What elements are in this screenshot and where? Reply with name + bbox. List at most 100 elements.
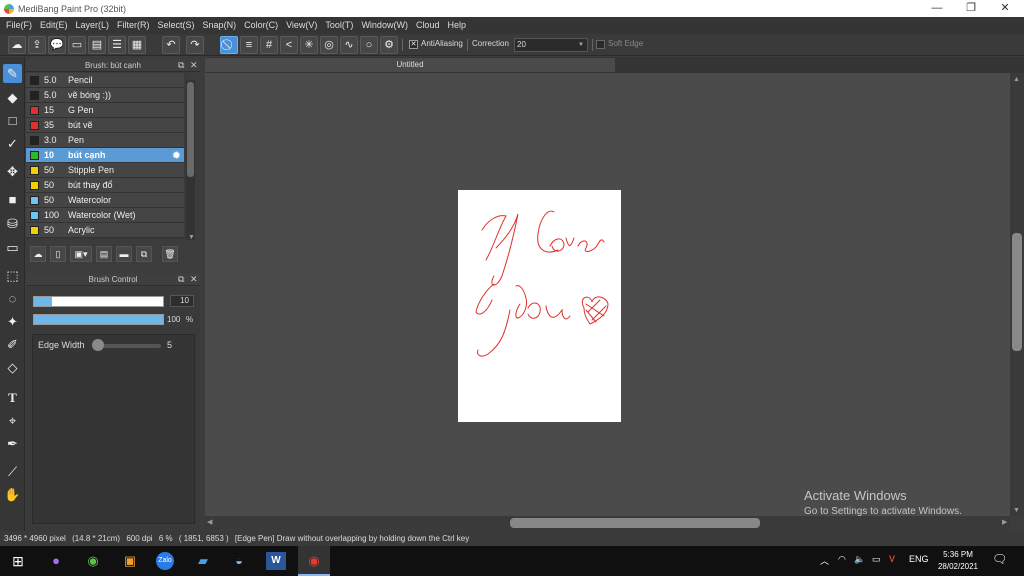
eraser-tool-icon[interactable]: ◆	[3, 88, 22, 107]
menu-select[interactable]: Select(S)	[154, 17, 199, 34]
tray-expand-icon[interactable]: ︿	[820, 554, 829, 567]
cloud-icon[interactable]: ☁	[8, 36, 26, 54]
menu-cloud[interactable]: Cloud	[412, 17, 444, 34]
upload-icon[interactable]: ⇪	[28, 36, 46, 54]
brush-row[interactable]: 35 bút vẽ	[26, 118, 184, 133]
comment-icon[interactable]: 💬	[48, 36, 66, 54]
popout-icon[interactable]: ⧉	[178, 273, 184, 286]
magic-wand-icon[interactable]: ✦	[3, 312, 22, 331]
brush-settings-gear-icon[interactable]: ✹	[172, 149, 181, 162]
cloud-brush-icon[interactable]: ☁	[30, 246, 46, 262]
delete-icon[interactable]: 🗑	[162, 246, 178, 262]
menu-tool[interactable]: Tool(T)	[321, 17, 357, 34]
brush-settings-icon[interactable]: ▤	[96, 246, 112, 262]
scroll-thumb[interactable]	[187, 82, 194, 177]
maximize-button[interactable]: ❐	[954, 0, 988, 17]
divide-tool-icon[interactable]: ✒	[3, 434, 22, 453]
soft-edge-checkbox[interactable]	[596, 40, 605, 49]
brush-row[interactable]: 100 Watercolor (Wet)	[26, 208, 184, 223]
curve-snap-icon[interactable]: ∿	[340, 36, 358, 54]
edge-width-knob[interactable]	[92, 339, 104, 351]
menu-help[interactable]: Help	[443, 17, 470, 34]
snap-settings-icon[interactable]: ⚙	[380, 36, 398, 54]
brush-row[interactable]: 50 bút thay đổ	[26, 178, 184, 193]
canvas-paper[interactable]	[458, 190, 621, 422]
minimize-button[interactable]: —	[920, 0, 954, 17]
system-clock[interactable]: 5:36 PM 28/02/2021	[934, 549, 982, 573]
notification-icon[interactable]: 🗨	[992, 552, 1007, 566]
gradient-tool-icon[interactable]: ▭	[3, 238, 22, 257]
wifi-icon[interactable]: ◠	[838, 554, 846, 565]
new-brush-icon[interactable]: ▯	[50, 246, 66, 262]
canvas-vertical-scrollbar[interactable]	[1010, 73, 1024, 516]
brush-row[interactable]: 15 G Pen	[26, 103, 184, 118]
concentric-snap-icon[interactable]: ◎	[320, 36, 338, 54]
undo-icon[interactable]: ↶	[162, 36, 180, 54]
correction-select[interactable]: 20 ▼	[514, 38, 588, 52]
brush-list-scrollbar[interactable]	[186, 80, 195, 240]
windows-start-icon[interactable]: ⊞	[8, 552, 28, 570]
menu-edit[interactable]: Edit(E)	[36, 17, 72, 34]
cross-snap-icon[interactable]: #	[260, 36, 278, 54]
brush-row[interactable]: 3.0 Pen	[26, 133, 184, 148]
chrome-app-icon[interactable]: ◉	[83, 552, 103, 570]
antialiasing-checkbox[interactable]: ✕	[409, 40, 418, 49]
lasso-tool-icon[interactable]: ◌	[3, 289, 22, 308]
canvas-horizontal-scrollbar[interactable]	[205, 516, 1010, 530]
zalo-app-icon[interactable]: Zalo	[156, 552, 174, 570]
language-indicator[interactable]: ENG	[909, 554, 929, 564]
utility-app-icon[interactable]: ◒	[229, 552, 249, 570]
close-button[interactable]: ✕	[988, 0, 1022, 17]
vanishing-point-icon[interactable]: <	[280, 36, 298, 54]
fill-rect-tool-icon[interactable]: ■	[3, 190, 22, 209]
brush-row[interactable]: 50 Acrylic	[26, 223, 184, 238]
parallel-snap-icon[interactable]: ≡	[240, 36, 258, 54]
select-tool-icon[interactable]: ⬚	[3, 266, 22, 285]
menu-view[interactable]: View(V)	[282, 17, 321, 34]
document-icon[interactable]: ▤	[88, 36, 106, 54]
menu-snap[interactable]: Snap(N)	[199, 17, 241, 34]
scroll-down-icon[interactable]: ▼	[1013, 507, 1020, 514]
redo-icon[interactable]: ↷	[186, 36, 204, 54]
scroll-thumb[interactable]	[1012, 233, 1022, 351]
scroll-left-icon[interactable]: ◀	[207, 518, 212, 526]
explorer-app-icon[interactable]: ▰	[193, 552, 213, 570]
brush-row[interactable]: 50 Stipple Pen	[26, 163, 184, 178]
duplicate-icon[interactable]: ⧉	[136, 246, 152, 262]
document-tab[interactable]: Untitled	[205, 58, 615, 72]
select-eraser-icon[interactable]: ◇	[3, 358, 22, 377]
brush-tool-icon[interactable]: ✎	[3, 64, 22, 83]
scroll-up-icon[interactable]: ▲	[1013, 76, 1020, 83]
message-icon[interactable]: ▭	[68, 36, 86, 54]
brush-size-slider[interactable]	[33, 296, 164, 307]
browser-app-icon[interactable]: ●	[46, 552, 66, 570]
edge-width-slider[interactable]	[95, 344, 161, 348]
menu-window[interactable]: Window(W)	[357, 17, 412, 34]
folder-icon[interactable]: ▬	[116, 246, 132, 262]
menu-file[interactable]: File(F)	[2, 17, 36, 34]
battery-icon[interactable]: ▭	[872, 554, 881, 565]
eyedropper-tool-icon[interactable]: ⟋	[3, 462, 22, 481]
word-app-icon[interactable]: W	[266, 552, 286, 570]
snap-off-icon[interactable]: ⃠	[220, 36, 238, 54]
brush-row[interactable]: 10 bút cạnh ✹	[26, 148, 184, 163]
menu-layer[interactable]: Layer(L)	[72, 17, 114, 34]
volume-icon[interactable]: 🔈	[854, 554, 865, 565]
brush-size-value[interactable]: 10	[170, 295, 194, 307]
hand-tool-icon[interactable]: ✋	[3, 485, 22, 504]
operation-tool-icon[interactable]: ⌖	[3, 411, 22, 430]
close-icon[interactable]: ✕	[190, 273, 198, 286]
menu-color[interactable]: Color(C)	[240, 17, 282, 34]
brush-row[interactable]: 5.0 Pencil	[26, 73, 184, 88]
circle-snap-icon[interactable]: ○	[360, 36, 378, 54]
close-icon[interactable]: ✕	[190, 59, 198, 72]
grid-panel-icon[interactable]: ▦	[128, 36, 146, 54]
scroll-thumb[interactable]	[510, 518, 760, 528]
bucket-tool-icon[interactable]: ⛁	[3, 214, 22, 233]
medibang-app-icon[interactable]: ◉	[304, 552, 324, 570]
select-pen-icon[interactable]: ✐	[3, 335, 22, 354]
paint-app-icon[interactable]: ▣	[120, 552, 140, 570]
add-brush-icon[interactable]: ▣▾	[70, 246, 92, 262]
text-tool-icon[interactable]: T	[3, 388, 22, 407]
edit-brush-icon[interactable]: ✓	[3, 134, 22, 153]
